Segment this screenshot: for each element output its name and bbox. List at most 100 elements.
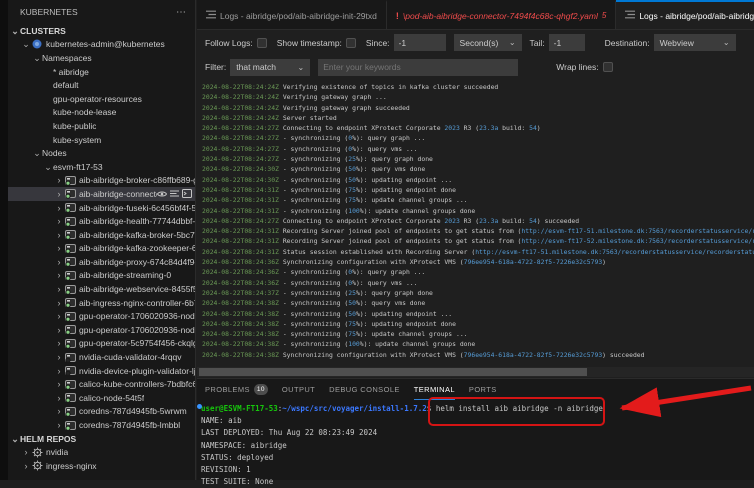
show-timestamp-checkbox[interactable] [346,38,356,48]
log-line: 2024-08-22T08:24:31Z Recording Server jo… [202,236,754,246]
horizontal-scrollbar[interactable] [197,367,754,377]
log-line: 2024-08-22T08:24:30Z - synchronizing (50… [202,175,754,185]
tree-item[interactable]: › aib-aibridge-broker-c86ffb689-gl... [8,174,195,188]
chevron-right-icon: › [54,270,64,280]
since-label: Since: [366,38,390,48]
pod-icon [64,352,76,363]
tree-item-label: aib-aibridge-broker-c86ffb689-gl... [79,175,195,185]
pod-icon [64,297,76,308]
editor-tab[interactable]: Logs - aibridge/pod/aib-aibridge-init-29… [197,0,387,29]
chevron-right-icon: › [54,298,64,308]
tree-item[interactable]: ›aib-aibridge-kafka-zookeeper-64... [8,242,195,256]
tree-item-label: nvidia-device-plugin-validator-ljp... [79,366,195,376]
panel-tab-ports[interactable]: PORTS [469,379,497,400]
panel-tab-output[interactable]: OUTPUT [282,379,315,400]
pod-icon [64,365,76,376]
panel-tab-label: PORTS [469,385,497,394]
tree-item[interactable]: ⌄Nodes [8,146,195,160]
helm-repo-icon [31,447,43,458]
tree-item[interactable]: ⌄esvm-ft17-53 [8,160,195,174]
eye-icon[interactable] [157,189,167,198]
tree-item[interactable]: ›calico-kube-controllers-7bdbfc66... [8,377,195,391]
tree-item[interactable]: ›aib-aibridge-health-77744dbbf-5... [8,214,195,228]
tree-item[interactable]: ›kube-system [8,133,195,147]
wrap-lines-checkbox[interactable] [603,62,613,72]
destination-dropdown[interactable]: Webview ⌄ [654,34,736,51]
terminal-output[interactable]: user@ESVM-FT17-53:~/wspc/src/voyager/ins… [197,400,754,488]
tree-item[interactable]: ⌄HELM REPOS [8,432,195,446]
pod-icon [64,324,76,335]
tree-item[interactable]: ›ingress-nginx [8,459,195,473]
pod-icon [64,338,76,349]
tree-item-label: gpu-operator-5c9754f456-ckqlg [79,338,195,348]
tree-item[interactable]: ›gpu-operator-1706020936-node-... [8,323,195,337]
pod-icon [64,270,76,281]
tree-item[interactable]: ›gpu-operator-resources [8,92,195,106]
tree-item[interactable]: ›aib-aibridge-proxy-674c84d4f9-x... [8,255,195,269]
since-unit-dropdown[interactable]: Second(s) ⌄ [454,34,522,51]
filter-dropdown[interactable]: that match ⌄ [230,59,310,76]
destination-value: Webview [660,38,694,48]
since-input[interactable] [394,34,446,51]
log-line: 2024-08-22T08:24:31Z - synchronizing (75… [202,185,754,195]
tree-item[interactable]: ›aib-ingress-nginx-controller-6b7... [8,296,195,310]
scrollbar-thumb[interactable] [199,368,587,376]
tree-item[interactable]: ›aib-aibridge-connector... [8,187,195,201]
tree-item-label: kube-public [53,121,96,131]
tree-item[interactable]: ›coredns-787d4945fb-5wrwm [8,405,195,419]
tree-item[interactable]: ›nvidia-device-plugin-validator-ljp... [8,364,195,378]
pod-icon [64,284,76,295]
panel-tab-debug-console[interactable]: DEBUG CONSOLE [329,379,400,400]
terminal-icon[interactable] [182,189,192,198]
tree-item[interactable]: ⌄Namespaces [8,51,195,65]
tree-item[interactable]: ⌄kubernetes-admin@kubernetes [8,38,195,52]
tree-item-label: gpu-operator-resources [53,94,142,104]
chevron-right-icon: › [21,447,31,457]
chevron-down-icon: ⌄ [10,26,20,36]
chevron-right-icon: › [54,175,64,185]
follow-logs-checkbox[interactable] [257,38,267,48]
kubernetes-sidebar: KUBERNETES ⋯ ⌄CLUSTERS⌄kubernetes-admin@… [0,0,196,480]
panel-tab-terminal[interactable]: TERMINAL [414,379,455,400]
editor-tab[interactable]: !\pod-aib-aibridge-connector-7494f4c68c-… [387,0,616,29]
tree-item-label: HELM REPOS [20,434,76,444]
pod-icon [64,216,76,227]
tree-item[interactable]: ›gpu-operator-1706020936-node-... [8,309,195,323]
tree-item[interactable]: ›coredns-787d4945fb-lmbbl [8,418,195,432]
more-actions-icon[interactable]: ⋯ [176,7,187,18]
chevron-down-icon: ⌄ [713,38,730,47]
sidebar-title: KUBERNETES [20,7,78,17]
tree-item[interactable]: ›gpu-operator-5c9754f456-ckqlg [8,337,195,351]
show-timestamp-label: Show timestamp: [277,38,342,48]
tree-item-label: coredns-787d4945fb-lmbbl [79,420,180,430]
keywords-input[interactable] [318,59,518,76]
tree-item[interactable]: ›aib-aibridge-fuseki-6c456bf4f-59... [8,201,195,215]
editor-area: Logs - aibridge/pod/aib-aibridge-init-29… [197,0,754,480]
tree-item[interactable]: ›calico-node-54t5f [8,391,195,405]
tail-input[interactable] [549,34,585,51]
panel-tab-problems[interactable]: PROBLEMS10 [205,379,268,400]
tree-item[interactable]: ›aib-aibridge-streaming-0 [8,269,195,283]
tree-item[interactable]: ›aib-aibridge-webservice-8455f5b... [8,282,195,296]
terminal-line: STATUS: deployed [201,452,754,464]
tree-item-label: aib-aibridge-kafka-broker-5bc7fd... [79,230,195,240]
tree-item[interactable]: ›kube-node-lease [8,106,195,120]
log-icon[interactable] [170,189,179,198]
tree-item[interactable]: ⌄CLUSTERS [8,24,195,38]
since-unit-value: Second(s) [460,38,499,48]
editor-tab[interactable]: Logs - aibridge/pod/aib-aibridge-co [616,0,754,29]
terminal-line: NAME: aib [201,415,754,427]
tree-item[interactable]: ›aib-aibridge-kafka-broker-5bc7fd... [8,228,195,242]
terminal-line: user@ESVM-FT17-53:~/wspc/src/voyager/ins… [201,403,754,415]
filter-value: that match [236,62,276,72]
tree-item-label: kubernetes-admin@kubernetes [46,39,165,49]
tree-item[interactable]: ›* aibridge [8,65,195,79]
wrap-lines-label: Wrap lines: [556,62,598,72]
tree-item[interactable]: ›kube-public [8,119,195,133]
tree-item[interactable]: ›default [8,78,195,92]
tree-item[interactable]: ›nvidia [8,445,195,459]
tree-item[interactable]: ›nvidia-cuda-validator-4rqqv [8,350,195,364]
tree-item-label: Nodes [42,148,67,158]
log-line: 2024-08-22T08:24:31Z Status session esta… [202,247,754,257]
error-icon: ! [396,11,399,21]
